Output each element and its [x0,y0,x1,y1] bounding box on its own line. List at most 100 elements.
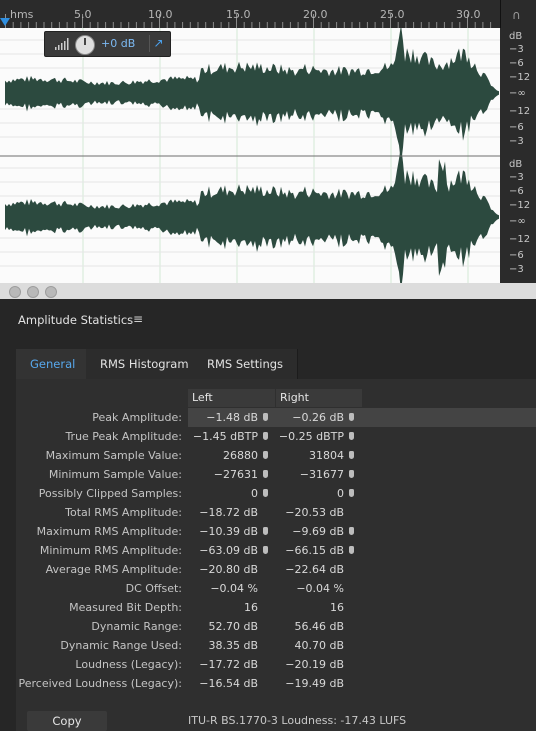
minimize-window-button[interactable] [27,286,39,298]
row-label: Dynamic Range: [91,620,182,633]
right-value: 31804 [309,449,344,462]
db-scale-label: −6 [509,58,524,69]
db-scale-label: −3 [509,136,524,147]
ruler-units-label: hms [10,8,34,21]
copy-button[interactable]: Copy [27,711,107,731]
row-label: Peak Amplitude: [92,411,182,424]
locate-right-icon[interactable] [349,432,354,440]
locate-left-icon[interactable] [263,527,268,535]
table-row[interactable]: Minimum Sample Value: −27631 −31677 [0,465,536,484]
tab-rms-settings[interactable]: RMS Settings [193,349,299,379]
db-scale-label: −3 [509,172,524,183]
locate-right-icon[interactable] [349,527,354,535]
table-row[interactable]: Maximum RMS Amplitude: −10.39 dB −9.69 dB [0,522,536,541]
table-row[interactable]: Peak Amplitude: −1.48 dB −0.26 dB [0,408,536,427]
column-header-left: Left [188,389,275,407]
locate-right-icon[interactable] [349,489,354,497]
ruler-tick-label: 10.0 [148,8,173,21]
right-value: −20.53 dB [285,506,344,519]
pin-icon[interactable]: ↗ [149,35,167,52]
ruler-tick-label: 25.0 [380,8,405,21]
tab-bar: General RMS Histogram RMS Settings [16,349,536,379]
monitor-toggle[interactable]: ∩ [500,0,536,29]
locate-right-icon[interactable] [349,470,354,478]
right-value: 40.70 dB [294,639,344,652]
left-value: −20.80 dB [199,563,258,576]
table-row[interactable]: DC Offset: −0.04 % −0.04 % [0,579,536,598]
left-value: −0.04 % [210,582,258,595]
headphones-icon: ∩ [512,8,521,22]
locate-right-icon[interactable] [349,451,354,459]
row-label: Maximum Sample Value: [45,449,182,462]
left-value: −27631 [213,468,258,481]
db-scale-label: −6 [509,122,524,133]
db-scale-label: −12 [509,72,531,83]
right-value: 0 [337,487,344,500]
row-label: Perceived Loudness (Legacy): [18,677,182,690]
waveform-display[interactable] [0,28,500,283]
heads-up-display[interactable]: +0 dB ↗ [44,31,171,57]
right-value: −0.26 dB [292,411,344,424]
playhead-marker[interactable] [0,18,10,26]
db-scale-label: dB [509,159,523,170]
row-label: Possibly Clipped Samples: [38,487,182,500]
db-scale-label: −6 [509,250,524,261]
table-row[interactable]: Average RMS Amplitude: −20.80 dB −22.64 dB [0,560,536,579]
panel-window-titlebar[interactable] [0,283,536,299]
tab-general[interactable]: General [16,349,91,379]
tab-rms-histogram[interactable]: RMS Histogram [86,349,204,379]
table-row[interactable]: Perceived Loudness (Legacy): −16.54 dB −19… [0,674,536,693]
right-value: 56.46 dB [294,620,344,633]
panel-menu-icon[interactable]: ≡ [133,312,143,326]
zoom-window-button[interactable] [45,286,57,298]
db-scale-label: dB [509,31,523,42]
right-value: −0.04 % [296,582,344,595]
locate-left-icon[interactable] [263,546,268,554]
right-value: −9.69 dB [292,525,344,538]
db-scale-label: −6 [509,186,524,197]
right-value: −20.19 dB [285,658,344,671]
locate-left-icon[interactable] [263,489,268,497]
waveform-canvas [0,28,500,283]
gain-readout[interactable]: +0 dB [101,37,135,50]
close-window-button[interactable] [9,286,21,298]
time-ruler[interactable]: hms 5.0 10.0 15.0 20.0 25.0 30.0 [0,0,500,29]
locate-right-icon[interactable] [349,413,354,421]
locate-right-icon[interactable] [349,546,354,554]
left-value: 16 [244,601,258,614]
locate-left-icon[interactable] [263,451,268,459]
left-value: −1.48 dB [206,411,258,424]
table-row[interactable]: Total RMS Amplitude: −18.72 dB −20.53 dB [0,503,536,522]
volume-knob-icon[interactable] [75,35,95,55]
left-value: −17.72 dB [199,658,258,671]
right-value: −0.25 dBTP [278,430,344,443]
table-row[interactable]: Dynamic Range Used: 38.35 dB 40.70 dB [0,636,536,655]
left-value: 26880 [223,449,258,462]
table-row[interactable]: Maximum Sample Value: 26880 31804 [0,446,536,465]
db-scale-label: −∞ [509,88,526,99]
table-row[interactable]: Measured Bit Depth: 16 16 [0,598,536,617]
level-bars-icon [55,38,69,50]
row-label: Minimum RMS Amplitude: [39,544,182,557]
loudness-summary: ITU-R BS.1770-3 Loudness: -17.43 LUFS [188,714,407,727]
table-row[interactable]: Loudness (Legacy): −17.72 dB −20.19 dB [0,655,536,674]
row-label: Average RMS Amplitude: [45,563,182,576]
row-label: Measured Bit Depth: [69,601,182,614]
locate-left-icon[interactable] [263,432,268,440]
row-label: Minimum Sample Value: [48,468,182,481]
panel-title: Amplitude Statistics [18,313,134,327]
locate-left-icon[interactable] [263,413,268,421]
table-row[interactable]: Minimum RMS Amplitude: −63.09 dB −66.15 dB [0,541,536,560]
table-row[interactable]: Dynamic Range: 52.70 dB 56.46 dB [0,617,536,636]
row-label: Dynamic Range Used: [60,639,182,652]
right-value: −22.64 dB [285,563,344,576]
db-scale-label: −12 [509,234,531,245]
ruler-tick-label: 20.0 [303,8,328,21]
table-row[interactable]: Possibly Clipped Samples: 0 0 [0,484,536,503]
left-value: 0 [251,487,258,500]
locate-left-icon[interactable] [263,470,268,478]
row-label: Maximum RMS Amplitude: [36,525,182,538]
row-label: Total RMS Amplitude: [65,506,182,519]
db-scale-label: −3 [509,44,524,55]
table-row[interactable]: True Peak Amplitude: −1.45 dBTP −0.25 dBTP [0,427,536,446]
